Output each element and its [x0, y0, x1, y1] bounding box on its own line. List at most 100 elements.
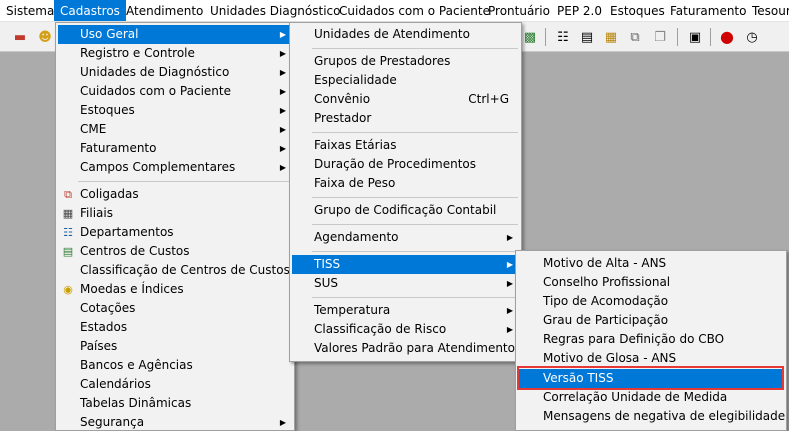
submenu-arrow-icon: ▶: [279, 144, 286, 153]
toolbar-separator: [677, 28, 678, 46]
menu-item-prestador[interactable]: Prestador: [292, 109, 519, 128]
menu-separator: [78, 181, 291, 182]
menu-item-classificacao-centros-custos[interactable]: Classificação de Centros de Custos: [58, 261, 292, 280]
coin-icon: ◉: [63, 283, 73, 296]
shortcut-label: Ctrl+G: [468, 92, 509, 106]
document-tree-icon[interactable]: ☷: [553, 27, 573, 47]
menu-item-unidades-atendimento[interactable]: Unidades de Atendimento: [292, 25, 519, 44]
menu-item-temperatura[interactable]: Temperatura ▶: [292, 301, 519, 320]
menu-bar: Sistema Cadastros Atendimento Unidades D…: [0, 0, 789, 22]
menu-unidades-diagnostico[interactable]: Unidades Diagnóstico: [204, 0, 346, 21]
menu-item-grupo-codificacao-contabil[interactable]: Grupo de Codificação Contabil: [292, 201, 519, 220]
menu-item-duracao-procedimentos[interactable]: Duração de Procedimentos: [292, 155, 519, 174]
menu-item-classificacao-risco[interactable]: Classificação de Risco ▶: [292, 320, 519, 339]
submenu-arrow-icon: ▶: [506, 306, 513, 315]
tiss-submenu: Motivo de Alta - ANS Conselho Profission…: [515, 250, 787, 431]
menu-item-filiais[interactable]: ▦ Filiais: [58, 204, 292, 223]
menu-item-faixa-peso[interactable]: Faixa de Peso: [292, 174, 519, 193]
menu-item-cme[interactable]: CME ▶: [58, 120, 292, 139]
menu-item-cuidados-paciente[interactable]: Cuidados com o Paciente ▶: [58, 82, 292, 101]
menu-item-grupos-prestadores[interactable]: Grupos de Prestadores: [292, 52, 519, 71]
menu-item-tiss[interactable]: TISS ▶: [292, 255, 519, 274]
submenu-arrow-icon: ▶: [279, 49, 286, 58]
menu-item-especialidade[interactable]: Especialidade: [292, 71, 519, 90]
org-chart-icon: ☷: [63, 226, 73, 239]
menu-item-paises[interactable]: Países: [58, 337, 292, 356]
menu-item-centros-custos[interactable]: ▤ Centros de Custos: [58, 242, 292, 261]
menu-separator: [312, 197, 518, 198]
cost-center-icon: ▤: [62, 245, 74, 258]
menu-item-motivo-alta-ans[interactable]: Motivo de Alta - ANS: [518, 254, 784, 273]
building-icon: ▦: [62, 207, 74, 220]
menu-item-sus[interactable]: SUS ▶: [292, 274, 519, 293]
submenu-arrow-icon: ▶: [279, 106, 286, 115]
clock-icon[interactable]: ◷: [742, 27, 762, 47]
menu-item-faturamento[interactable]: Faturamento ▶: [58, 139, 292, 158]
folder-document-icon[interactable]: ▦: [601, 27, 621, 47]
copy-icon[interactable]: ⧉: [625, 27, 645, 47]
menu-cuidados-paciente[interactable]: Cuidados com o Paciente: [333, 0, 496, 21]
menu-item-coligadas[interactable]: ⧉ Coligadas: [58, 185, 292, 204]
document-list-icon[interactable]: ▤: [577, 27, 597, 47]
menu-item-registro-controle[interactable]: Registro e Controle ▶: [58, 44, 292, 63]
menu-faturamento[interactable]: Faturamento: [664, 0, 752, 21]
menu-item-tipo-acomodacao[interactable]: Tipo de Acomodação: [518, 292, 784, 311]
submenu-arrow-icon: ▶: [279, 87, 286, 96]
menu-item-versao-tiss[interactable]: Versão TISS: [518, 369, 784, 388]
submenu-arrow-icon: ▶: [279, 418, 286, 427]
submenu-arrow-icon: ▶: [279, 125, 286, 134]
toolbar-separator: [545, 28, 546, 46]
menu-item-mensagens-negativa-elegibilidade[interactable]: Mensagens de negativa de elegibilidade: [518, 407, 785, 426]
menu-item-conselho-profissional[interactable]: Conselho Profissional: [518, 273, 784, 292]
menu-item-tabelas-dinamicas[interactable]: Tabelas Dinâmicas: [58, 394, 292, 413]
menu-separator: [312, 251, 518, 252]
menu-item-faixas-etarias[interactable]: Faixas Etárias: [292, 136, 519, 155]
menu-pep[interactable]: PEP 2.0: [551, 0, 608, 21]
copy-icon[interactable]: ❐: [650, 27, 670, 47]
menu-prontuario[interactable]: Prontuário: [482, 0, 556, 21]
menu-item-departamentos[interactable]: ☷ Departamentos: [58, 223, 292, 242]
menu-separator: [312, 224, 518, 225]
menu-item-bancos-agencias[interactable]: Bancos e Agências: [58, 356, 292, 375]
menu-item-motivo-glosa-ans[interactable]: Motivo de Glosa - ANS: [518, 349, 784, 368]
menu-estoques[interactable]: Estoques: [604, 0, 671, 21]
record-icon[interactable]: ●: [717, 27, 737, 47]
submenu-arrow-icon: ▶: [279, 30, 286, 39]
menu-item-unidades-diagnostico[interactable]: Unidades de Diagnóstico ▶: [58, 63, 292, 82]
menu-item-grau-participacao[interactable]: Grau de Participação: [518, 311, 784, 330]
toolbar-separator: [710, 28, 711, 46]
uso-geral-submenu: Unidades de Atendimento Grupos de Presta…: [289, 22, 522, 362]
menu-item-estados[interactable]: Estados: [58, 318, 292, 337]
submenu-arrow-icon: ▶: [506, 325, 513, 334]
menu-separator: [312, 48, 518, 49]
menu-item-regras-definicao-cbo[interactable]: Regras para Definição do CBO: [518, 330, 784, 349]
menu-item-correlacao-unidade-medida[interactable]: Correlação Unidade de Medida: [518, 388, 784, 407]
user-icon[interactable]: ☻: [35, 27, 55, 47]
menu-tesouraria[interactable]: Tesouraria: [746, 0, 789, 21]
submenu-arrow-icon: ▶: [279, 163, 286, 172]
menu-item-campos-complementares[interactable]: Campos Complementares ▶: [58, 158, 292, 177]
coligadas-icon: ⧉: [64, 188, 72, 201]
eraser-icon[interactable]: ▬: [10, 27, 30, 47]
submenu-arrow-icon: ▶: [279, 68, 286, 77]
menu-separator: [312, 132, 518, 133]
chart-icon[interactable]: ▩: [520, 27, 540, 47]
submenu-arrow-icon: ▶: [506, 260, 513, 269]
menu-item-agendamento[interactable]: Agendamento ▶: [292, 228, 519, 247]
menu-item-calendarios[interactable]: Calendários: [58, 375, 292, 394]
menu-item-estoques[interactable]: Estoques ▶: [58, 101, 292, 120]
menu-item-seguranca[interactable]: Segurança ▶: [58, 413, 292, 431]
menu-cadastros[interactable]: Cadastros: [54, 0, 126, 21]
menu-item-convenio[interactable]: Convênio Ctrl+G: [292, 90, 519, 109]
menu-atendimento[interactable]: Atendimento: [120, 0, 209, 21]
monitor-icon[interactable]: ▣: [685, 27, 705, 47]
menu-item-uso-geral[interactable]: Uso Geral ▶: [58, 25, 292, 44]
menu-sistema[interactable]: Sistema: [0, 0, 60, 21]
cadastros-menu: Uso Geral ▶ Registro e Controle ▶ Unidades…: [55, 22, 295, 431]
menu-item-moedas-indices[interactable]: ◉ Moedas e Índices: [58, 280, 292, 299]
menu-separator: [312, 297, 518, 298]
menu-item-cotacoes[interactable]: Cotações: [58, 299, 292, 318]
menu-item-valores-padrao-atendimento[interactable]: Valores Padrão para Atendimento: [292, 339, 519, 358]
submenu-arrow-icon: ▶: [506, 233, 513, 242]
submenu-arrow-icon: ▶: [506, 279, 513, 288]
